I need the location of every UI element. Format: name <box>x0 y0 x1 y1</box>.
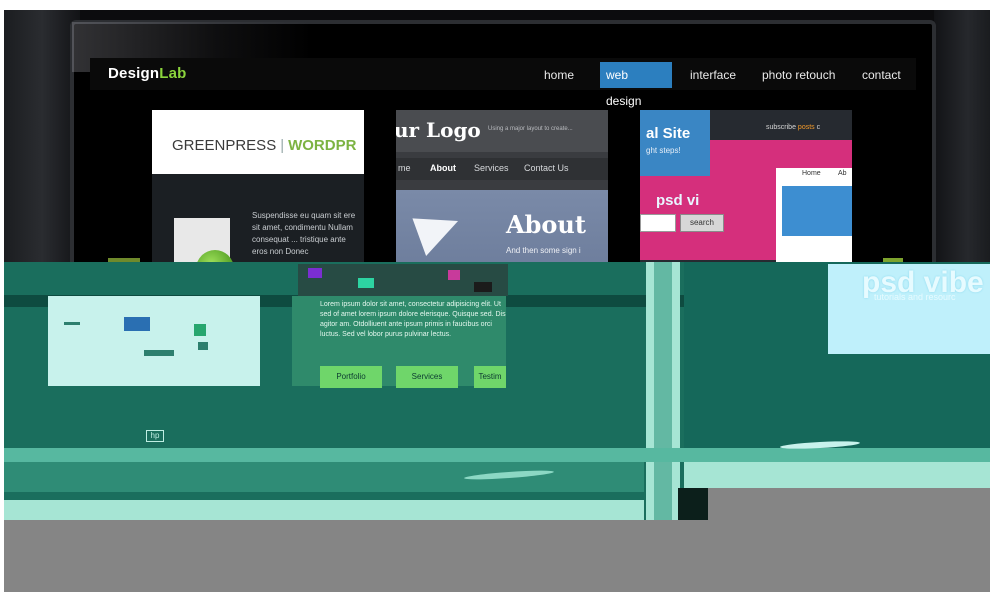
glitch-column-inner <box>654 262 672 520</box>
glitch-fragment <box>124 317 150 331</box>
mini-tab-home: Home <box>802 170 821 177</box>
missing-region <box>708 488 990 520</box>
nav-item-home[interactable]: home <box>538 62 580 88</box>
thumbnail-top-links: subscribe posts c <box>766 124 820 131</box>
hero-title: About <box>506 210 586 239</box>
mini-tab-about: Ab <box>838 170 847 177</box>
glitch-fragment <box>144 350 174 356</box>
nav-item-web-design[interactable]: web design <box>600 62 672 108</box>
glitch-paragraph: Lorem ipsum dolor sit amet, consectetur … <box>320 301 506 338</box>
glitched-area: Lorem ipsum dolor sit amet, consectetur … <box>4 262 990 520</box>
brand-prefix: Design <box>108 65 160 82</box>
top-link-posts: posts <box>797 124 815 131</box>
thumbnail-subtitle: ght steps! <box>646 146 681 155</box>
mini-window-body <box>782 186 852 236</box>
hero-subtitle: And then some sign i <box>506 246 581 255</box>
title-left: GREENPRESS <box>172 137 277 154</box>
missing-region <box>4 520 990 592</box>
subnav-item-home: me <box>398 163 411 173</box>
thumbnail-greenpress[interactable]: GREENPRESS | WORDPR Suspendisse eu quam si… <box>152 110 364 285</box>
thumbnail-subnav: me About Services Contact Us <box>396 158 608 180</box>
hp-logo-icon: hp <box>146 430 164 442</box>
portfolio-button: Portfolio <box>320 366 382 388</box>
glitch-block <box>308 268 322 278</box>
subnav-item-services: Services <box>474 163 509 173</box>
title-separator: | <box>280 137 285 154</box>
monitor-base <box>4 462 644 492</box>
psd-subtitle: tutorials and resourc <box>874 292 956 302</box>
search-button: search <box>680 214 724 232</box>
bezel-left-edge <box>4 10 80 295</box>
services-button: Services <box>396 366 458 388</box>
glitch-fragment <box>194 324 206 336</box>
nav-item-interface[interactable]: interface <box>684 62 742 88</box>
bezel-right-edge <box>934 10 990 295</box>
subnav-item-about: About <box>430 163 456 173</box>
thumbnail-tagline: Using a major layout to create... <box>488 126 573 132</box>
top-link-subscribe: subscribe <box>766 124 796 131</box>
title-right: WORDPR <box>288 137 357 154</box>
monitor-base-edge <box>4 448 990 462</box>
glitch-block <box>474 282 492 292</box>
glitch-panel-left <box>48 296 260 386</box>
noise-cell <box>678 488 708 520</box>
brand-accent: Lab <box>159 65 187 82</box>
title-box <box>640 110 710 176</box>
search-input <box>640 214 676 232</box>
subnav-item-contact: Contact Us <box>524 163 569 173</box>
glitch-fragment <box>64 322 80 325</box>
nav-item-contact[interactable]: contact <box>856 62 907 88</box>
thumbnail-logo: ur Logo <box>396 118 481 142</box>
monitor-stand-edge <box>4 500 644 520</box>
monitor-base-right <box>684 462 990 488</box>
thumbnail-personal-site[interactable]: al Site ght steps! subscribe posts c sea… <box>640 110 852 285</box>
glitch-fragment <box>198 342 208 350</box>
thumbnail-title: GREENPRESS | WORDPR <box>172 137 356 154</box>
thumbnail-title: al Site <box>646 125 691 142</box>
testimonials-button: Testim <box>474 366 506 388</box>
nav-item-photo-retouch[interactable]: photo retouch <box>756 62 841 88</box>
top-link-c: c <box>816 124 821 131</box>
site-header: DesignLab home web design interface phot… <box>90 58 916 108</box>
brand-logo[interactable]: DesignLab <box>108 65 187 82</box>
glitch-block <box>448 270 460 280</box>
glitch-title-row <box>298 264 508 296</box>
glitch-block <box>358 278 374 288</box>
mini-brand: psd vi <box>656 192 700 209</box>
thumbnail-yourlogo[interactable]: ur Logo Using a major layout to create..… <box>396 110 608 285</box>
thumbnail-paragraph: Suspendisse eu quam sit ere sit amet, co… <box>252 211 356 256</box>
